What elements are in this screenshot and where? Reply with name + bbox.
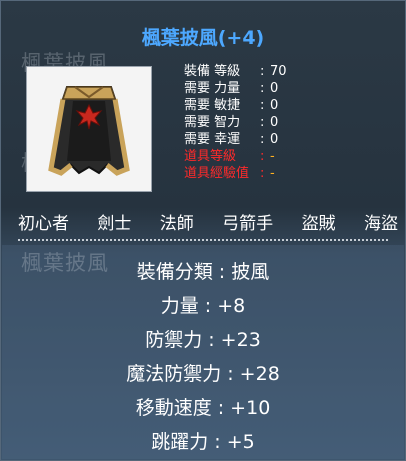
stat-row-dex: 需要 敏捷 : 0 bbox=[184, 98, 279, 113]
requirements-list: 裝備 等級 : 70 需要 力量 : 0 需要 敏捷 : 0 需要 智力 : 0… bbox=[184, 63, 287, 182]
property-str: 力量 : +8 bbox=[160, 295, 246, 317]
item-title: 楓葉披風(+4) bbox=[141, 27, 265, 49]
property-defense: 防禦力 : +23 bbox=[145, 329, 261, 351]
job-thief: 盜賊 bbox=[301, 214, 336, 234]
stat-row-luk: 需要 幸運 : 0 bbox=[184, 132, 279, 147]
divider bbox=[18, 239, 388, 241]
stat-row-item-exp: 道具經驗值 : - bbox=[184, 166, 275, 181]
item-icon-frame bbox=[26, 66, 152, 192]
stat-row-str: 需要 力量 : 0 bbox=[184, 81, 279, 96]
job-pirate: 海盜 bbox=[363, 214, 398, 234]
stat-row-item-level: 道具等級 : - bbox=[184, 149, 275, 164]
job-bowman: 弓箭手 bbox=[222, 214, 274, 234]
item-properties: 裝備分類 : 披風 力量 : +8 防禦力 : +23 魔法防禦力 : +28 … bbox=[1, 255, 405, 459]
property-jump: 跳躍力 : +5 bbox=[151, 431, 255, 453]
job-warrior: 劍士 bbox=[97, 214, 132, 234]
stat-row-level: 裝備 等級 : 70 bbox=[184, 64, 287, 79]
job-beginner: 初心者 bbox=[18, 214, 69, 234]
job-list: 初心者 劍士 法師 弓箭手 盜賊 海盜 bbox=[18, 209, 398, 234]
property-magic-defense: 魔法防禦力 : +28 bbox=[126, 363, 280, 385]
item-tooltip: 楓葉披風 楓 楓葉披風 楓葉披風(+4) 裝備 等級 : 70 需要 力量 : bbox=[0, 0, 406, 461]
stat-row-int: 需要 智力 : 0 bbox=[184, 115, 279, 130]
maple-cape-icon bbox=[48, 86, 130, 176]
job-magician: 法師 bbox=[159, 214, 194, 234]
property-category: 裝備分類 : 披風 bbox=[136, 261, 270, 283]
property-speed: 移動速度 : +10 bbox=[135, 397, 271, 419]
